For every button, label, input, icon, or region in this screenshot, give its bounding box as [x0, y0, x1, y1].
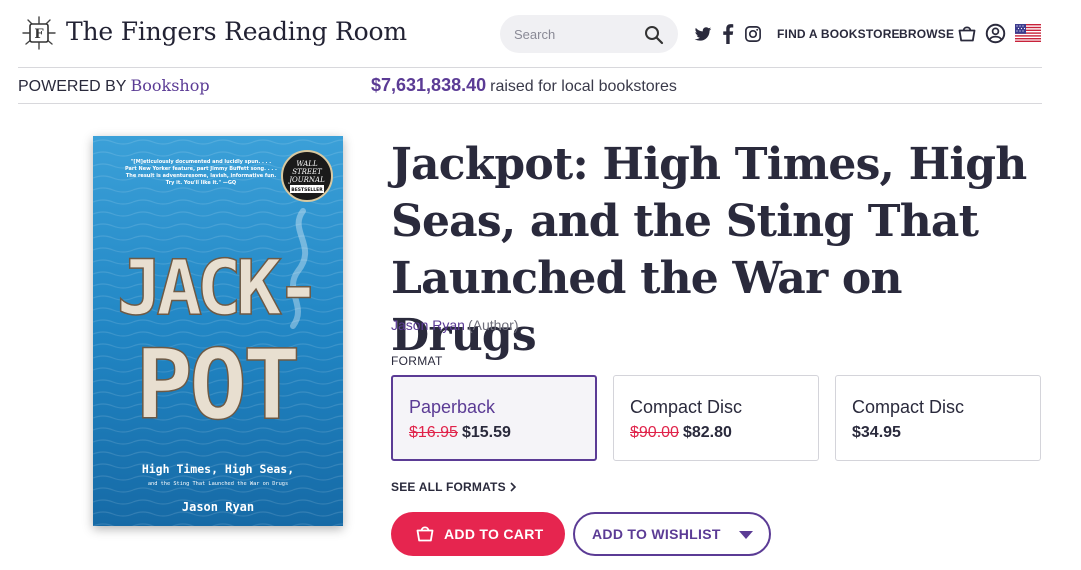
us-flag-icon[interactable]	[1015, 24, 1041, 42]
blurb-line3: The result is adventuresome, lavish, inf…	[126, 173, 276, 179]
raised-text: raised for local bookstores	[490, 78, 677, 95]
bag-icon	[416, 526, 434, 542]
author-role: (Author)	[467, 317, 519, 333]
add-to-cart-button[interactable]: ADD TO CART	[391, 512, 565, 556]
cover-author: Jason Ryan	[182, 500, 254, 514]
bookshop-link[interactable]: Bookshop	[130, 76, 209, 95]
raised-amount: $7,631,838.40	[371, 75, 487, 95]
author-line: Jason Ryan (Author)	[391, 317, 519, 333]
badge-line2: STREET	[292, 168, 323, 176]
blurb-line2: Part New Yorker feature, part Jimmy Buff…	[125, 166, 277, 172]
badge-line1: WALL	[296, 160, 318, 168]
search-icon[interactable]	[644, 25, 664, 45]
powered-by: POWERED BY Bookshop	[18, 76, 210, 96]
format-price: $34.95	[852, 424, 901, 441]
add-to-cart-label: ADD TO CART	[444, 526, 544, 542]
format-prices: $16.95 $15.59	[409, 424, 511, 442]
badge-line4: BESTSELLER	[291, 187, 323, 193]
logo-icon[interactable]: F	[20, 14, 58, 52]
format-option-compact-disc-2[interactable]: Compact Disc $34.95	[835, 375, 1041, 461]
cover-title-line1: JACK-	[117, 243, 316, 332]
find-bookstore-link[interactable]: FIND A BOOKSTORE	[777, 27, 900, 41]
search-input[interactable]	[514, 24, 634, 44]
browse-link[interactable]: BROWSE	[899, 27, 954, 41]
funds-raised: $7,631,838.40 raised for local bookstores	[371, 75, 677, 96]
twitter-icon[interactable]	[694, 24, 712, 44]
cover-subtitle-line1: High Times, High Seas,	[142, 462, 294, 476]
blurb-line4: Try it. You'll like it." —GQ	[166, 180, 236, 186]
chevron-right-icon	[510, 482, 516, 492]
format-price: $82.80	[682, 424, 732, 441]
cover-title-line2: POT	[135, 329, 297, 441]
format-price: $15.59	[461, 424, 511, 441]
format-name: Paperback	[409, 397, 496, 417]
see-all-formats-link[interactable]: SEE ALL FORMATS	[391, 480, 517, 494]
bag-icon[interactable]	[957, 23, 977, 43]
site-title[interactable]: The Fingers Reading Room	[66, 17, 407, 46]
subheader-divider	[18, 103, 1042, 104]
see-all-formats-label: SEE ALL FORMATS	[391, 480, 506, 494]
format-old-price: $16.95	[409, 424, 458, 441]
add-to-wishlist-label: ADD TO WISHLIST	[592, 526, 721, 542]
author-link[interactable]: Jason Ryan	[391, 317, 465, 333]
format-name: Compact Disc	[630, 397, 743, 417]
facebook-icon[interactable]	[721, 24, 735, 44]
cover-subtitle-line2: and the Sting That Launched the War on D…	[148, 481, 288, 487]
svg-text:F: F	[34, 27, 44, 42]
header-divider	[18, 67, 1042, 68]
format-option-compact-disc[interactable]: Compact Disc $90.00 $82.80	[613, 375, 819, 461]
instagram-icon[interactable]	[744, 24, 762, 44]
blurb-line1: "[M]eticulously documented and lucidly s…	[131, 159, 271, 165]
badge-line3: JOURNAL	[287, 176, 325, 184]
format-prices: $34.95	[852, 424, 901, 442]
format-option-paperback[interactable]: Paperback $16.95 $15.59	[391, 375, 597, 461]
search-box[interactable]	[500, 15, 678, 53]
format-old-price: $90.00	[630, 424, 679, 441]
caret-down-icon[interactable]	[739, 531, 753, 539]
format-prices: $90.00 $82.80	[630, 424, 732, 442]
book-cover-art: WALL STREET JOURNAL BESTSELLER "[M]eticu…	[93, 136, 343, 526]
book-cover[interactable]: WALL STREET JOURNAL BESTSELLER "[M]eticu…	[93, 136, 343, 526]
format-label: FORMAT	[391, 354, 443, 368]
add-to-wishlist-button[interactable]: ADD TO WISHLIST	[573, 512, 771, 556]
account-icon[interactable]	[985, 23, 1006, 44]
format-name: Compact Disc	[852, 397, 965, 417]
powered-by-label: POWERED BY	[18, 78, 127, 95]
site-header: F The Fingers Reading Room FIND A BOOKST…	[0, 0, 1081, 68]
